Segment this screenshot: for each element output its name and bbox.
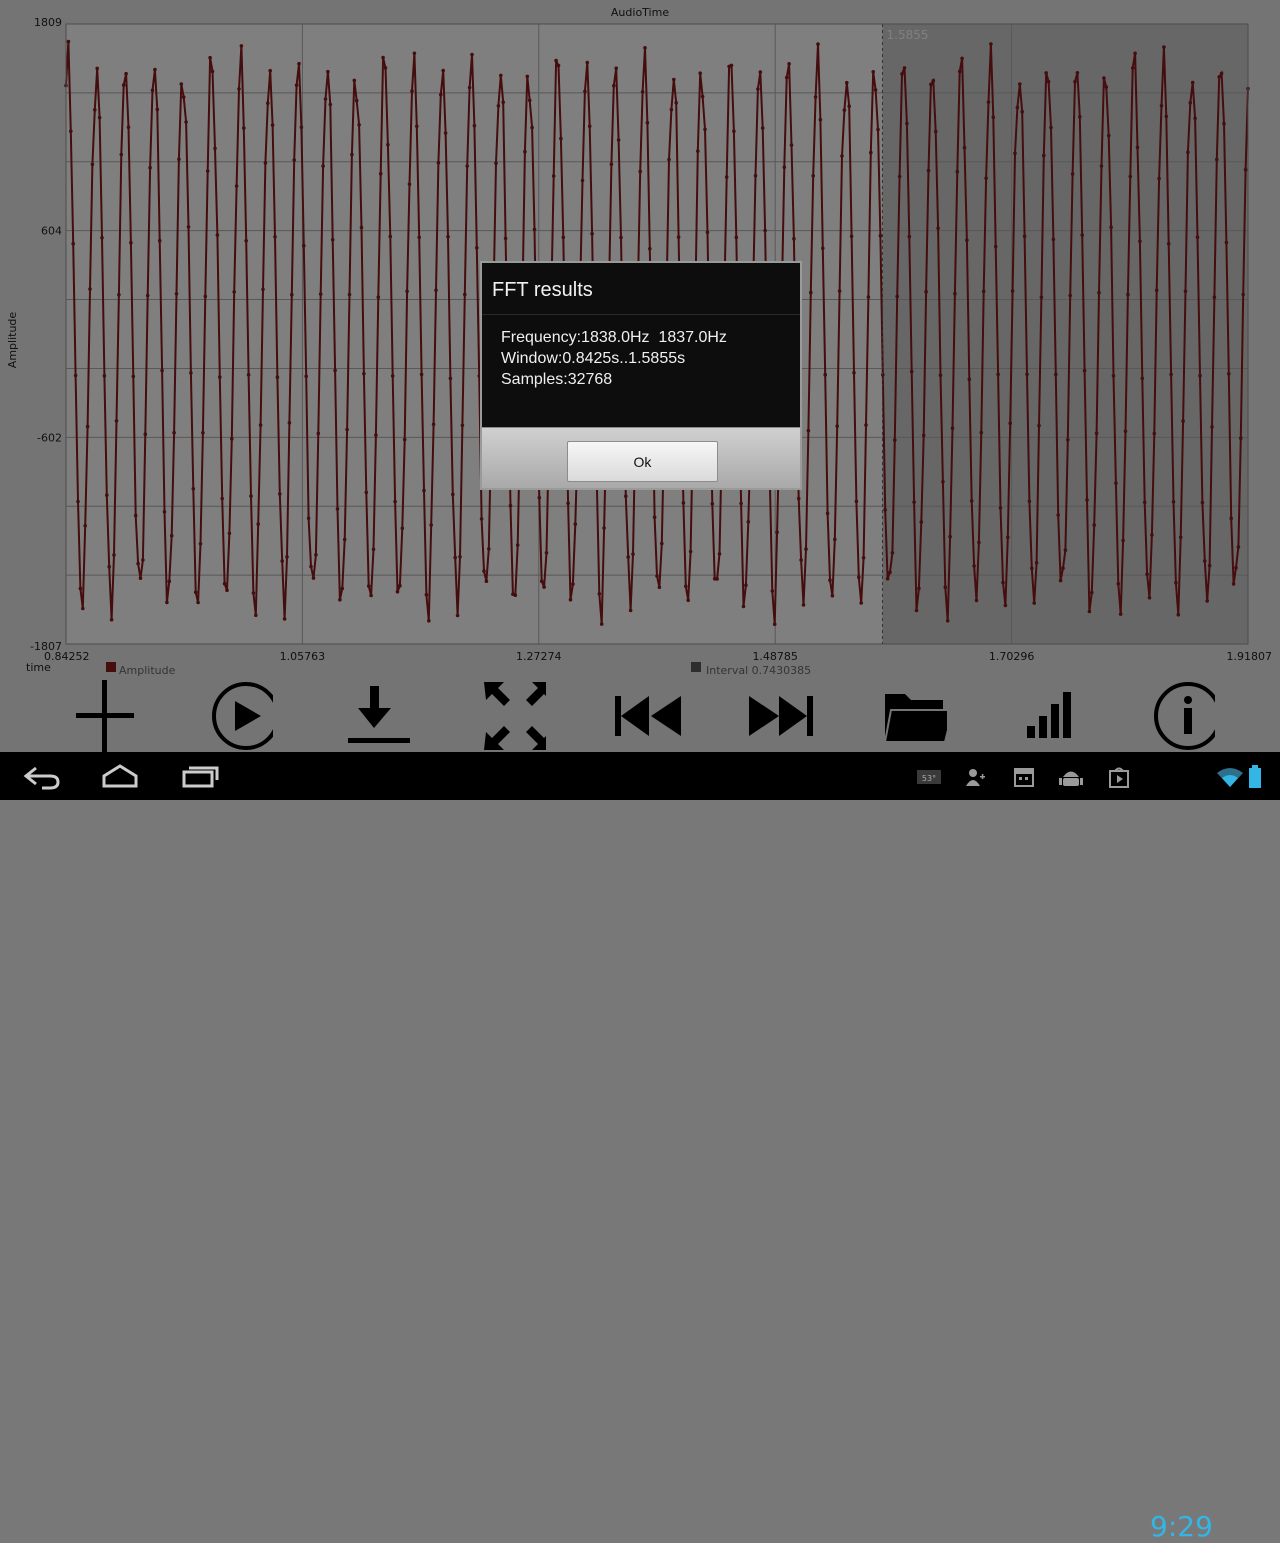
dialog-title: FFT results bbox=[492, 279, 593, 301]
samples-line: Samples:32768 bbox=[501, 371, 613, 388]
back-button[interactable] bbox=[20, 760, 64, 792]
wifi-icon bbox=[1216, 766, 1244, 788]
recent-apps-button[interactable] bbox=[178, 760, 222, 792]
home-button[interactable] bbox=[98, 760, 142, 792]
recent-apps-icon bbox=[182, 766, 219, 788]
battery-icon bbox=[1248, 765, 1262, 788]
play-store-icon bbox=[1108, 766, 1130, 788]
ok-button[interactable]: Ok bbox=[567, 441, 718, 482]
dialog-divider bbox=[482, 314, 800, 315]
home-icon bbox=[102, 764, 138, 788]
clock: 9:29 bbox=[1150, 1510, 1213, 1543]
dialog-button-bar: Ok bbox=[482, 427, 800, 488]
weather-icon: 53° bbox=[916, 766, 942, 788]
temperature-label: 53° bbox=[922, 774, 936, 783]
window-line: Window:0.8425s..1.5855s bbox=[501, 350, 686, 367]
frequency-line: Frequency:1838.0Hz 1837.0Hz bbox=[501, 329, 727, 346]
back-icon bbox=[23, 766, 60, 790]
calendar-icon bbox=[1013, 766, 1035, 788]
add-contact-icon bbox=[964, 766, 986, 788]
dialog-message: Frequency:1838.0Hz 1837.0Hz Window:0.842… bbox=[501, 327, 727, 390]
system-navigation-bar: 53° 9:29 bbox=[0, 752, 1280, 1543]
fft-results-dialog: FFT results Frequency:1838.0Hz 1837.0Hz … bbox=[480, 261, 802, 490]
android-icon bbox=[1058, 766, 1084, 788]
